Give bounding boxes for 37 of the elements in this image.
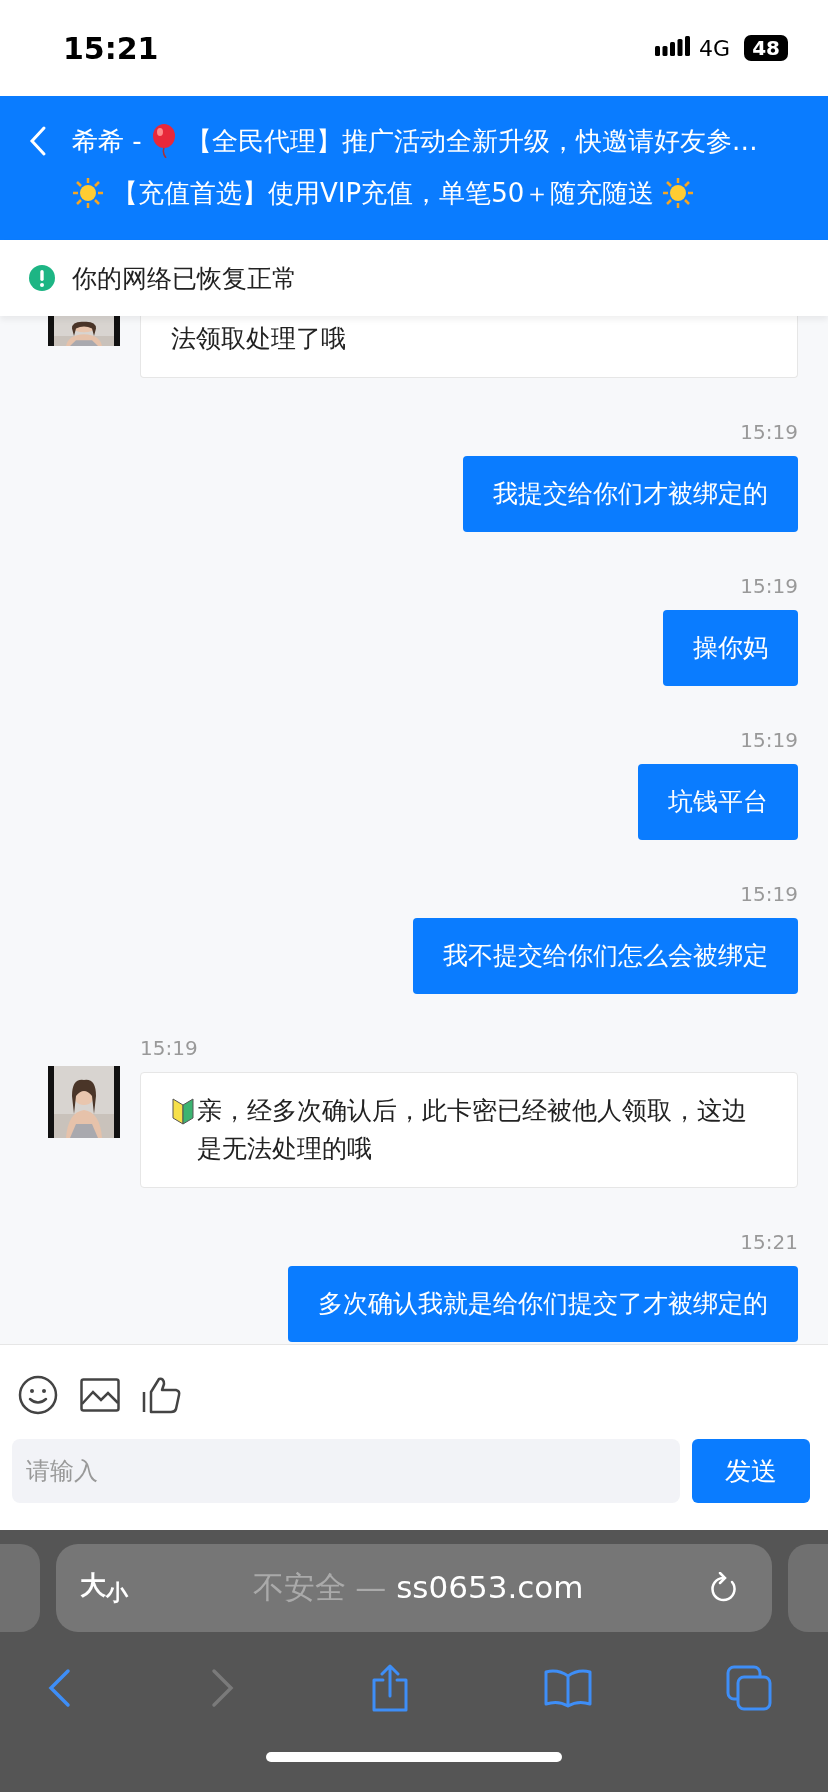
book-icon[interactable] (544, 1668, 592, 1708)
message-time: 15:19 (139, 1036, 199, 1060)
sun-icon (662, 177, 695, 209)
thumbs-up-icon[interactable] (142, 1376, 182, 1414)
sun-icon (72, 177, 104, 209)
beginner-mark-icon (171, 1097, 195, 1125)
message-text: 坑钱平台 (668, 787, 768, 816)
banner-text: 你的网络已恢复正常 (72, 262, 297, 295)
tab-preview[interactable] (0, 1544, 40, 1632)
message-input[interactable]: 请输入 (12, 1439, 680, 1503)
tab-preview[interactable] (788, 1544, 828, 1632)
tabs-icon[interactable] (726, 1665, 772, 1711)
status-time: 15:21 (63, 30, 159, 66)
promo-text: 【充值首选】使用VIP充值，单笔50＋随充随送 (112, 176, 655, 210)
message-text: 法领取处理了哦 (171, 323, 346, 355)
notice-text: 【全民代理】推广活动全新升级，快邀请好友参… (185, 124, 758, 158)
share-icon[interactable] (370, 1664, 410, 1712)
back-icon[interactable] (28, 125, 48, 157)
message-time: 15:19 (739, 728, 798, 752)
image-icon[interactable] (80, 1378, 120, 1412)
exclamation-icon (28, 264, 56, 292)
emoji-icon[interactable] (18, 1375, 58, 1415)
message-text: 亲，经多次确认后，此卡密已经被他人领取，这边是无法处理的哦 (197, 1095, 748, 1165)
send-button[interactable]: 发送 (692, 1439, 810, 1503)
message-time: 15:19 (739, 574, 798, 598)
message-text: 我不提交给你们怎么会被绑定 (443, 941, 768, 970)
message-text: 操你妈 (693, 633, 768, 662)
message-text: 多次确认我就是给你们提交了才被绑定的 (318, 1289, 768, 1318)
text-size-button[interactable]: 大$_{小}$ (80, 1568, 128, 1608)
message-time: 15:21 (739, 1230, 798, 1254)
reload-icon[interactable] (708, 1572, 738, 1604)
message-text: 我提交给你们才被绑定的 (493, 479, 768, 508)
message-time: 15:19 (739, 882, 798, 906)
message-time: 15:19 (739, 420, 798, 444)
contact-name: 希希 - (72, 124, 142, 158)
battery-level: 48 (744, 35, 788, 61)
network-type: 4G (699, 35, 731, 61)
